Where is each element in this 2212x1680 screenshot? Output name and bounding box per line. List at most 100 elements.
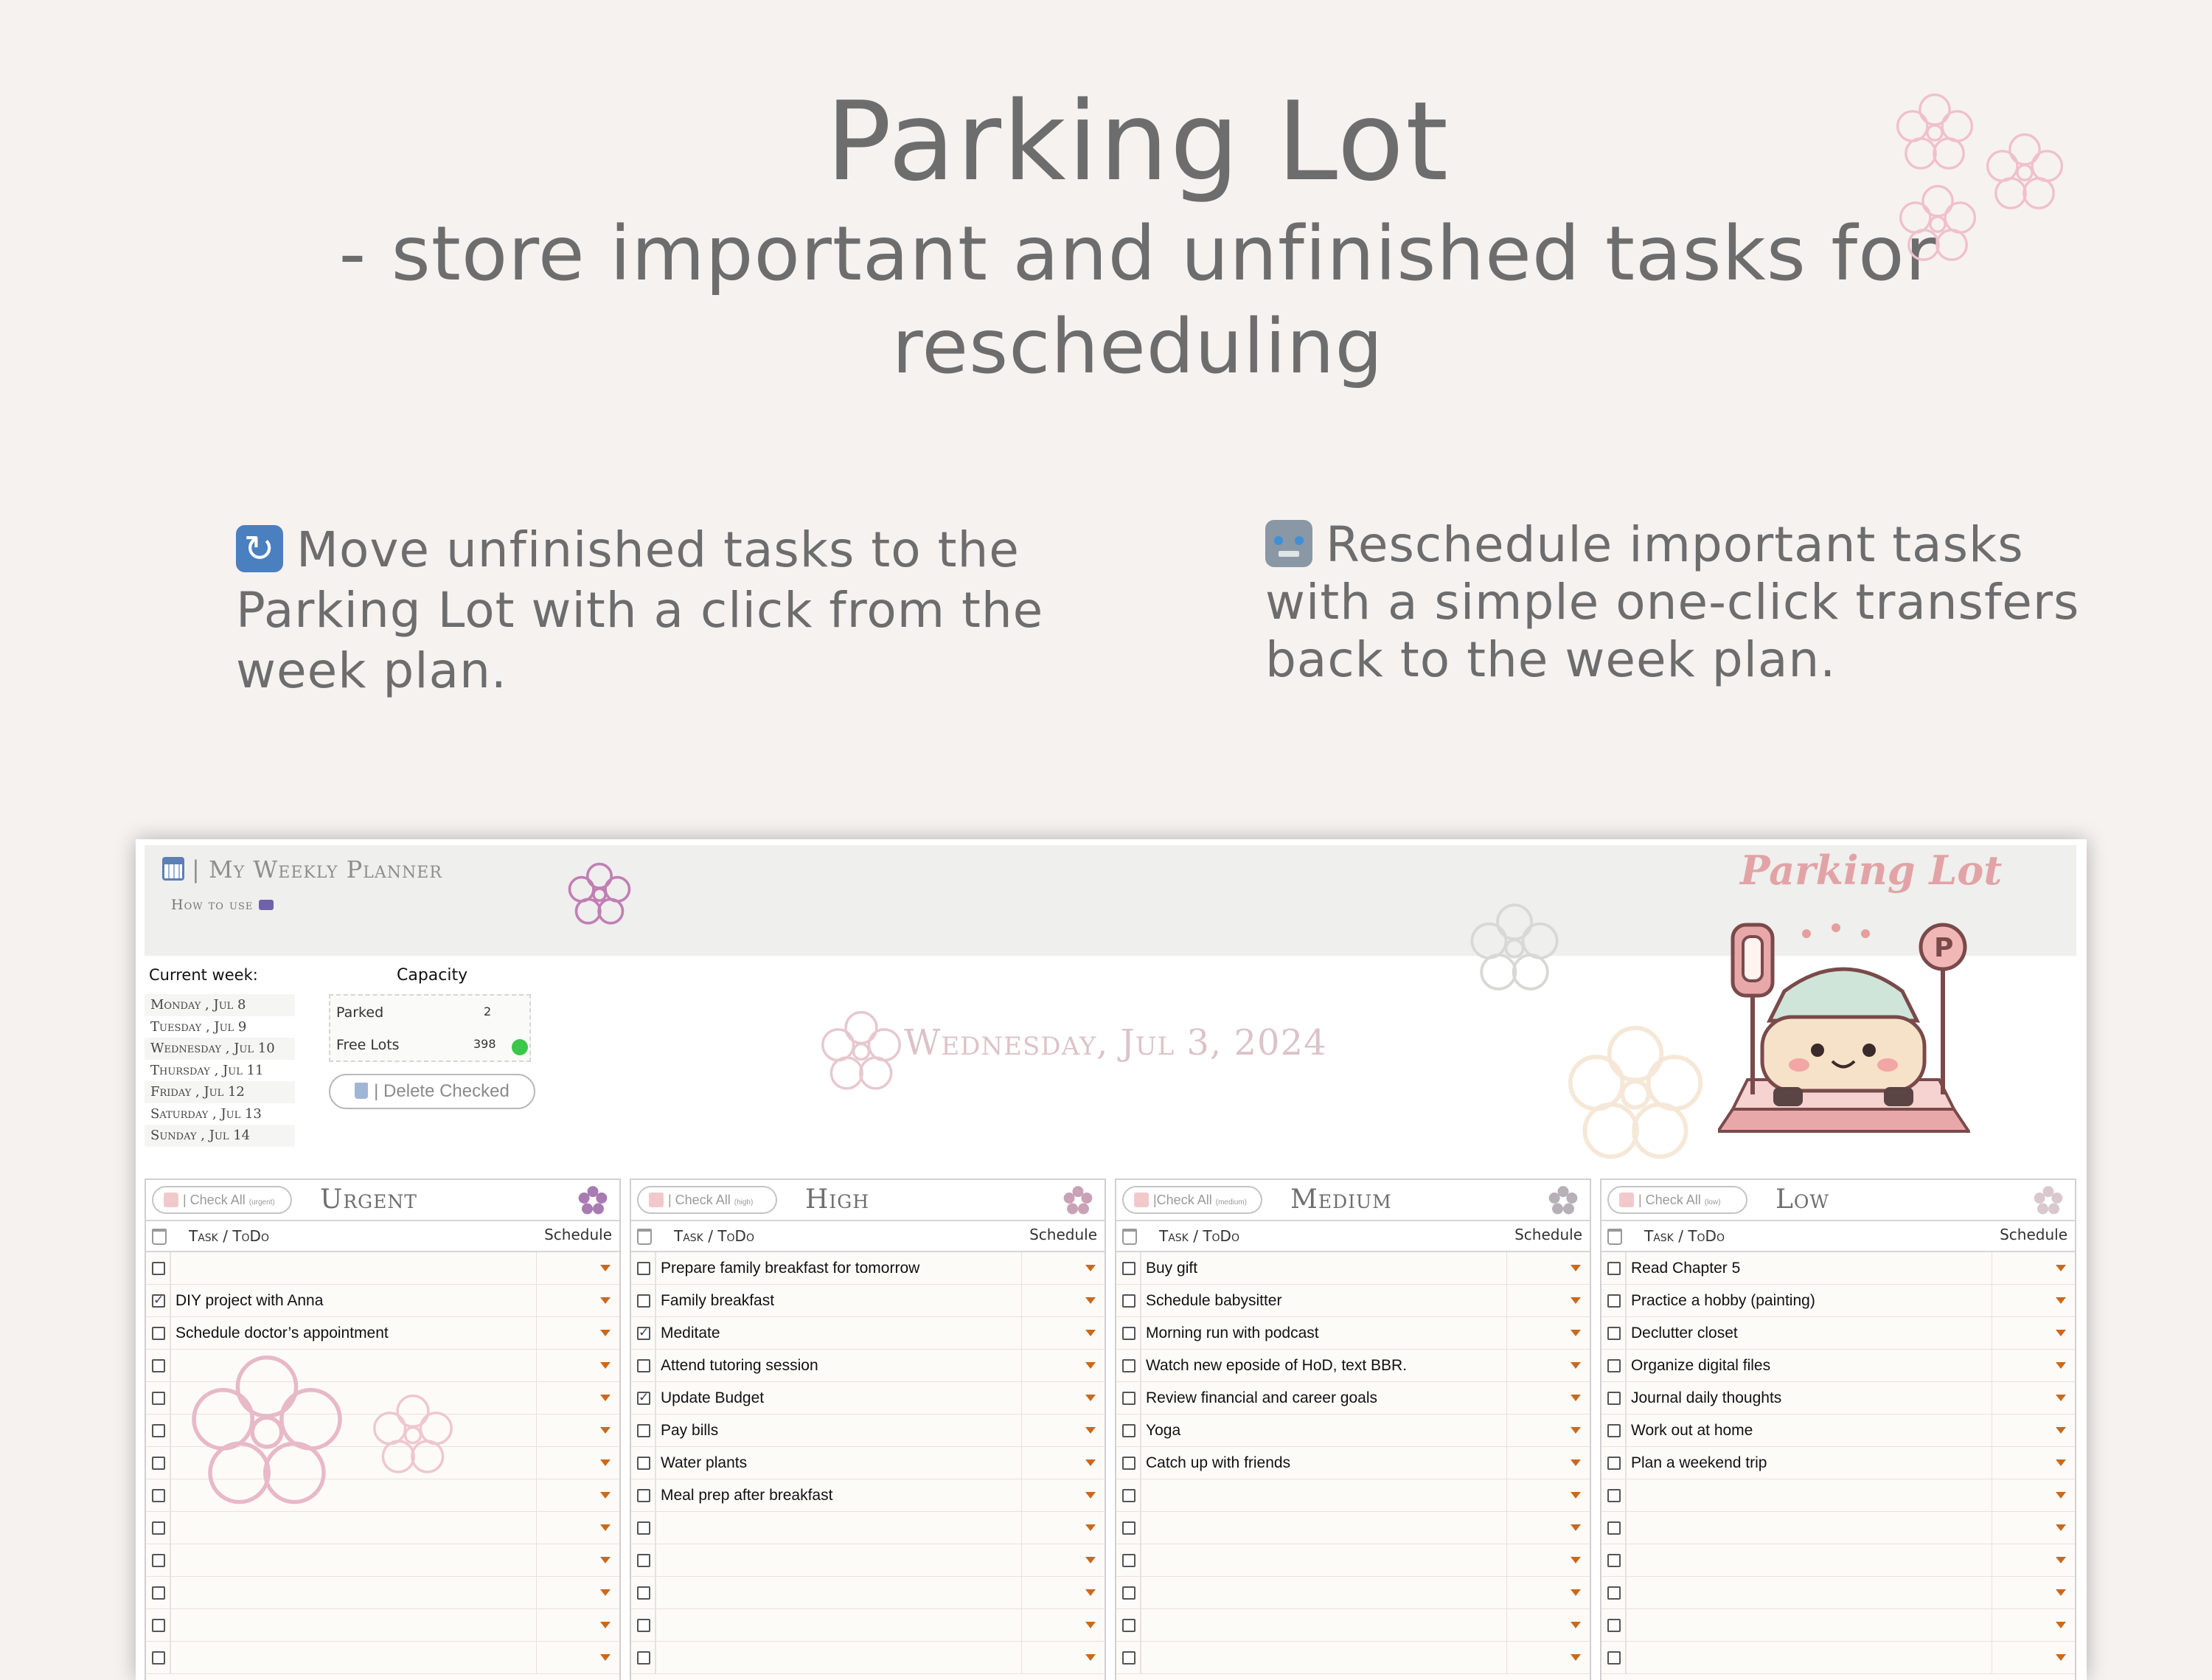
schedule-dropdown-icon[interactable] — [2056, 1589, 2066, 1596]
task-text[interactable]: Meditate — [661, 1325, 720, 1342]
schedule-dropdown-icon[interactable] — [1571, 1654, 1581, 1661]
week-day-item[interactable]: Sunday , Jul 14 — [145, 1125, 295, 1147]
week-day-item[interactable]: Thursday , Jul 11 — [145, 1060, 295, 1082]
schedule-dropdown-icon[interactable] — [2056, 1557, 2066, 1563]
check-all-button[interactable]: | Check All (high) — [637, 1186, 777, 1214]
task-text[interactable]: Meal prep after breakfast — [661, 1487, 832, 1504]
task-checkbox[interactable] — [152, 1586, 165, 1600]
task-text[interactable]: Schedule babysitter — [1146, 1292, 1281, 1310]
schedule-dropdown-icon[interactable] — [2056, 1654, 2066, 1661]
check-all-button[interactable]: | Check All (low) — [1607, 1186, 1747, 1214]
schedule-dropdown-icon[interactable] — [1571, 1524, 1581, 1531]
schedule-dropdown-icon[interactable] — [600, 1654, 611, 1661]
schedule-dropdown-icon[interactable] — [1085, 1654, 1096, 1661]
schedule-dropdown-icon[interactable] — [600, 1622, 611, 1628]
schedule-dropdown-icon[interactable] — [2056, 1427, 2066, 1434]
task-checkbox[interactable] — [637, 1521, 650, 1535]
schedule-dropdown-icon[interactable] — [1571, 1557, 1581, 1563]
schedule-dropdown-icon[interactable] — [1571, 1459, 1581, 1466]
task-checkbox[interactable] — [1122, 1424, 1135, 1437]
schedule-dropdown-icon[interactable] — [1571, 1622, 1581, 1628]
task-checkbox[interactable] — [152, 1327, 165, 1340]
schedule-dropdown-icon[interactable] — [2056, 1362, 2066, 1369]
task-text[interactable]: Practice a hobby (painting) — [1631, 1292, 1815, 1310]
schedule-dropdown-icon[interactable] — [600, 1427, 611, 1434]
schedule-dropdown-icon[interactable] — [1571, 1362, 1581, 1369]
task-checkbox[interactable] — [1122, 1651, 1135, 1665]
task-text[interactable]: Prepare family breakfast for tomorrow — [661, 1260, 919, 1277]
schedule-dropdown-icon[interactable] — [1085, 1362, 1096, 1369]
schedule-dropdown-icon[interactable] — [1085, 1589, 1096, 1596]
task-checkbox[interactable] — [1122, 1262, 1135, 1275]
task-checkbox[interactable] — [1122, 1554, 1135, 1567]
schedule-dropdown-icon[interactable] — [2056, 1395, 2066, 1401]
how-to-use-link[interactable]: How to use — [171, 897, 274, 913]
schedule-dropdown-icon[interactable] — [2056, 1330, 2066, 1336]
schedule-dropdown-icon[interactable] — [1571, 1297, 1581, 1304]
task-checkbox[interactable] — [152, 1293, 165, 1308]
schedule-dropdown-icon[interactable] — [1085, 1622, 1096, 1628]
task-checkbox[interactable] — [152, 1457, 165, 1470]
task-checkbox[interactable] — [1607, 1359, 1621, 1372]
task-checkbox[interactable] — [637, 1651, 650, 1665]
task-checkbox[interactable] — [1607, 1327, 1621, 1340]
task-checkbox[interactable] — [1122, 1586, 1135, 1600]
task-text[interactable]: Family breakfast — [661, 1292, 774, 1310]
check-all-button[interactable]: | Check All (urgent) — [152, 1186, 292, 1214]
task-checkbox[interactable] — [152, 1651, 165, 1665]
schedule-dropdown-icon[interactable] — [1085, 1297, 1096, 1304]
schedule-dropdown-icon[interactable] — [1571, 1395, 1581, 1401]
week-day-item[interactable]: Saturday , Jul 13 — [145, 1103, 295, 1125]
task-checkbox[interactable] — [637, 1424, 650, 1437]
schedule-dropdown-icon[interactable] — [600, 1265, 611, 1271]
delete-checked-button[interactable]: | Delete Checked — [329, 1074, 535, 1109]
task-text[interactable]: Read Chapter 5 — [1631, 1260, 1740, 1277]
task-checkbox[interactable] — [1607, 1392, 1621, 1405]
schedule-dropdown-icon[interactable] — [2056, 1459, 2066, 1466]
task-checkbox[interactable] — [1607, 1619, 1621, 1632]
task-checkbox[interactable] — [1607, 1489, 1621, 1502]
schedule-dropdown-icon[interactable] — [1085, 1557, 1096, 1563]
schedule-dropdown-icon[interactable] — [1571, 1265, 1581, 1271]
task-text[interactable]: Schedule doctor’s appointment — [175, 1325, 389, 1342]
schedule-dropdown-icon[interactable] — [600, 1459, 611, 1466]
task-checkbox[interactable] — [1122, 1327, 1135, 1340]
task-checkbox[interactable] — [637, 1554, 650, 1567]
schedule-dropdown-icon[interactable] — [2056, 1492, 2066, 1499]
week-day-item[interactable]: Tuesday , Jul 9 — [145, 1016, 295, 1038]
task-checkbox[interactable] — [152, 1262, 165, 1275]
task-checkbox[interactable] — [637, 1262, 650, 1275]
schedule-dropdown-icon[interactable] — [600, 1330, 611, 1336]
task-checkbox[interactable] — [152, 1392, 165, 1405]
schedule-dropdown-icon[interactable] — [1085, 1395, 1096, 1401]
schedule-dropdown-icon[interactable] — [2056, 1622, 2066, 1628]
task-checkbox[interactable] — [1607, 1521, 1621, 1535]
task-checkbox[interactable] — [152, 1489, 165, 1502]
schedule-dropdown-icon[interactable] — [1085, 1265, 1096, 1271]
schedule-dropdown-icon[interactable] — [600, 1297, 611, 1304]
task-checkbox[interactable] — [637, 1586, 650, 1600]
schedule-dropdown-icon[interactable] — [1571, 1427, 1581, 1434]
schedule-dropdown-icon[interactable] — [1571, 1492, 1581, 1499]
task-text[interactable]: Attend tutoring session — [661, 1357, 818, 1375]
task-checkbox[interactable] — [152, 1521, 165, 1535]
task-text[interactable]: Yoga — [1146, 1422, 1180, 1440]
task-checkbox[interactable] — [637, 1294, 650, 1308]
task-checkbox[interactable] — [1607, 1294, 1621, 1308]
task-text[interactable]: DIY project with Anna — [175, 1292, 323, 1310]
check-all-button[interactable]: |Check All (medium) — [1122, 1186, 1262, 1214]
week-day-item[interactable]: Friday , Jul 12 — [145, 1081, 295, 1103]
task-checkbox[interactable] — [1607, 1651, 1621, 1665]
task-checkbox[interactable] — [1122, 1359, 1135, 1372]
task-text[interactable]: Update Budget — [661, 1389, 764, 1407]
schedule-dropdown-icon[interactable] — [600, 1492, 611, 1499]
task-text[interactable]: Organize digital files — [1631, 1357, 1770, 1375]
schedule-dropdown-icon[interactable] — [600, 1362, 611, 1369]
schedule-dropdown-icon[interactable] — [600, 1524, 611, 1531]
schedule-dropdown-icon[interactable] — [1085, 1492, 1096, 1499]
schedule-dropdown-icon[interactable] — [1085, 1459, 1096, 1466]
task-checkbox[interactable] — [637, 1359, 650, 1372]
schedule-dropdown-icon[interactable] — [2056, 1297, 2066, 1304]
task-text[interactable]: Watch new eposide of HoD, text BBR. — [1146, 1357, 1407, 1375]
task-text[interactable]: Declutter closet — [1631, 1325, 1738, 1342]
